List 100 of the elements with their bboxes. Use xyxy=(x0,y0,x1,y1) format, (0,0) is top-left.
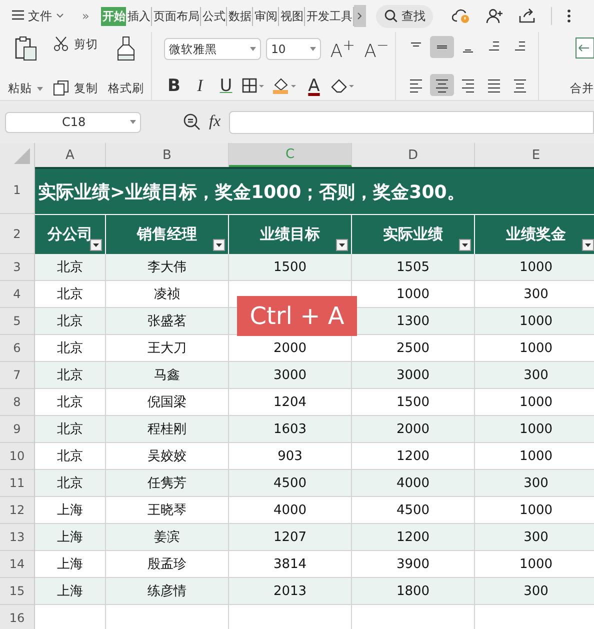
row-header[interactable]: 9 xyxy=(0,416,35,443)
more-icon[interactable] xyxy=(567,8,572,24)
heading-text: 业绩目标 xyxy=(260,225,320,244)
table-cell: 北京 xyxy=(35,416,106,443)
table-cell: 1800 xyxy=(352,578,475,605)
table-cell: 北京 xyxy=(35,254,106,281)
ribbon-tab[interactable]: 页面布局 xyxy=(152,6,202,26)
table-cell: 2000 xyxy=(352,416,475,443)
paste-icon[interactable] xyxy=(14,36,38,62)
merge-button[interactable]: 合并 xyxy=(570,81,594,96)
column-header[interactable]: E xyxy=(475,143,594,167)
table-cell: 1000 xyxy=(475,416,594,443)
increase-font-button[interactable]: A$^{+}$ xyxy=(330,36,356,62)
filter-dropdown-icon[interactable] xyxy=(90,239,102,251)
paste-button[interactable]: 粘贴 xyxy=(8,81,32,96)
ribbon-tab[interactable]: 审阅 xyxy=(253,6,280,26)
search-button[interactable]: 查找 xyxy=(376,4,434,28)
align-middle-icon[interactable] xyxy=(430,36,454,58)
table-cell: 300 xyxy=(475,470,594,497)
heading-text: 业绩奖金 xyxy=(506,225,566,244)
table-cell: 1000 xyxy=(475,308,594,335)
scroll-right-button[interactable] xyxy=(354,5,366,27)
format-painter-button[interactable]: 格式刷 xyxy=(108,81,144,96)
underline-button[interactable]: U xyxy=(216,76,236,96)
caret-icon[interactable] xyxy=(37,86,43,90)
column-header[interactable]: B xyxy=(106,143,229,167)
file-menu[interactable]: 文件 xyxy=(28,8,52,24)
column-header[interactable]: D xyxy=(352,143,475,167)
formula-input[interactable] xyxy=(228,110,594,134)
ribbon-tab[interactable]: 数据 xyxy=(227,6,254,26)
caret-icon[interactable] xyxy=(310,47,316,51)
caret-icon[interactable] xyxy=(130,120,136,124)
font-name-dropdown[interactable]: 微软雅黑 xyxy=(164,38,262,60)
font-size-dropdown[interactable]: 10 xyxy=(266,38,322,60)
zoom-icon[interactable] xyxy=(183,113,201,131)
merge-icon[interactable] xyxy=(574,36,594,60)
font-color-button[interactable]: A xyxy=(304,76,324,96)
row-header[interactable]: 11 xyxy=(0,470,35,497)
table-cell: 1500 xyxy=(229,254,352,281)
copy-button[interactable]: 复制 xyxy=(74,80,98,96)
add-user-icon[interactable] xyxy=(486,8,504,24)
chevron-down-icon xyxy=(56,13,64,19)
table-cell: 4500 xyxy=(229,470,352,497)
table-cell: 3000 xyxy=(352,362,475,389)
fill-color-icon[interactable] xyxy=(272,77,298,95)
italic-button[interactable]: I xyxy=(190,76,210,96)
column-header[interactable]: A xyxy=(35,143,106,167)
scissors-icon xyxy=(53,36,69,52)
table-cell: 4000 xyxy=(352,470,475,497)
menu-icon[interactable] xyxy=(12,10,24,20)
clear-icon[interactable] xyxy=(330,78,356,94)
ribbon-tab[interactable]: 视图 xyxy=(279,6,306,26)
table-title: 实际业绩>业绩目标，奖金1000；否则，奖金300。 xyxy=(35,167,594,214)
row-header[interactable]: 12 xyxy=(0,497,35,524)
heading-text: 销售经理 xyxy=(137,225,197,244)
name-box[interactable]: C18 xyxy=(5,112,141,132)
keystroke-overlay: Ctrl + A xyxy=(237,296,357,336)
table-cell: 1207 xyxy=(229,524,352,551)
filter-dropdown-icon[interactable] xyxy=(213,239,225,251)
row-header[interactable]: 6 xyxy=(0,335,35,362)
table-cell: 2013 xyxy=(229,578,352,605)
filter-dropdown-icon[interactable] xyxy=(582,239,594,251)
row-header[interactable]: 4 xyxy=(0,281,35,308)
more-tabs-button[interactable]: » xyxy=(82,9,90,23)
chevron-right-icon xyxy=(357,12,364,20)
row-header[interactable]: 5 xyxy=(0,308,35,335)
row-header[interactable]: 3 xyxy=(0,254,35,281)
table-cell: 李大伟 xyxy=(106,254,229,281)
filter-dropdown-icon[interactable] xyxy=(336,239,348,251)
row-header[interactable]: 2 xyxy=(0,214,35,254)
row-header[interactable]: 14 xyxy=(0,551,35,578)
table-cell: 300 xyxy=(475,578,594,605)
heading-text: 分公司 xyxy=(48,225,92,244)
share-icon[interactable] xyxy=(518,8,536,24)
table-cell: 1603 xyxy=(229,416,352,443)
format-painter-icon[interactable] xyxy=(116,36,136,62)
table-cell: 马鑫 xyxy=(106,362,229,389)
borders-icon[interactable] xyxy=(242,78,266,94)
row-header[interactable]: 16 xyxy=(0,605,35,629)
align-center-icon[interactable] xyxy=(430,74,454,96)
bold-button[interactable]: B xyxy=(164,76,184,96)
row-header[interactable]: 13 xyxy=(0,524,35,551)
table-cell: 300 xyxy=(475,362,594,389)
decrease-font-button[interactable]: A$^{−}$ xyxy=(364,36,389,62)
row-header[interactable]: 10 xyxy=(0,443,35,470)
table-cell: 姜滨 xyxy=(106,524,229,551)
row-header[interactable]: 1 xyxy=(0,167,35,214)
row-header[interactable]: 15 xyxy=(0,578,35,605)
table-cell: 1000 xyxy=(475,254,594,281)
row-header[interactable]: 8 xyxy=(0,389,35,416)
table-cell: 北京 xyxy=(35,470,106,497)
row-header[interactable]: 7 xyxy=(0,362,35,389)
function-button[interactable]: fx xyxy=(209,113,221,131)
filter-dropdown-icon[interactable] xyxy=(459,239,471,251)
table-cell: 3000 xyxy=(229,362,352,389)
cut-button[interactable]: 剪切 xyxy=(74,36,98,52)
caret-icon[interactable] xyxy=(250,47,256,51)
ribbon-tab[interactable]: 公式 xyxy=(201,6,228,26)
ribbon-tab[interactable]: 插入 xyxy=(126,6,152,26)
table-cell: 1505 xyxy=(352,254,475,281)
